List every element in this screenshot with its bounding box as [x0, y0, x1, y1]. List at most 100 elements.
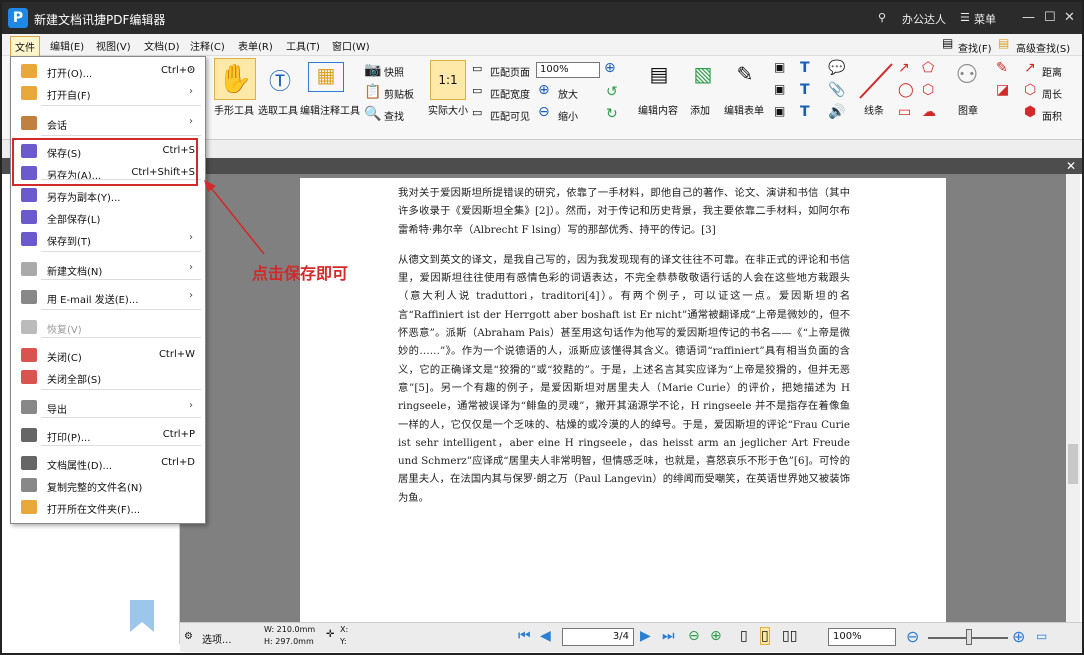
fit-width-icon[interactable]: ▭: [472, 84, 482, 97]
add-image-icon[interactable]: ▧: [686, 62, 720, 98]
ellipse-shape-icon[interactable]: ◯: [898, 82, 914, 98]
hand-tool-label[interactable]: 手形工具: [214, 102, 254, 117]
edit-form-icon[interactable]: ✎: [728, 62, 762, 98]
attach-icon[interactable]: 📎: [828, 82, 845, 98]
menu-icon[interactable]: ☰: [960, 11, 970, 24]
zoom-out-button[interactable]: 缩小: [558, 108, 578, 123]
close-window-icon[interactable]: ✕: [1064, 10, 1075, 25]
actual-size-label[interactable]: 实际大小: [428, 102, 468, 117]
polygon-outline-icon[interactable]: ⬡: [922, 82, 934, 98]
scroll-thumb[interactable]: [1068, 444, 1078, 484]
edit-content-icon[interactable]: ▤: [642, 62, 676, 98]
next-page-icon[interactable]: ▶: [640, 628, 651, 644]
perimeter-icon[interactable]: ⬡: [1024, 82, 1036, 98]
file-menu-item[interactable]: 打开所在文件夹(F)...: [11, 497, 205, 517]
file-menu-item[interactable]: 文档属性(D)... Ctrl+D: [11, 453, 205, 473]
file-menu-item[interactable]: 复制完整的文件名(N): [11, 475, 205, 495]
zoom-in-icon[interactable]: ⊕: [538, 82, 550, 98]
close-tab-icon[interactable]: ✕: [1066, 159, 1076, 173]
find-button[interactable]: 查找: [384, 108, 404, 123]
settings-icon[interactable]: ⚙: [184, 631, 193, 642]
maximize-icon[interactable]: ☐: [1044, 10, 1056, 25]
rotate-right-icon[interactable]: ↻: [606, 106, 618, 122]
line-icon[interactable]: [858, 62, 894, 100]
distance-button[interactable]: 距离: [1042, 64, 1062, 79]
menu-view[interactable]: 视图(V): [96, 38, 131, 53]
file-menu-item[interactable]: 用 E-mail 发送(E)... ›: [11, 287, 205, 307]
actual-size-icon[interactable]: 1:1: [430, 60, 466, 100]
annotation-tool-icon[interactable]: ▦: [308, 62, 344, 92]
menu-form[interactable]: 表单(R): [238, 38, 273, 53]
clipboard-icon[interactable]: 📋: [364, 84, 381, 100]
select-tool-label[interactable]: 选取工具: [258, 102, 298, 117]
edit-form-label[interactable]: 编辑表单: [724, 102, 764, 117]
zoom-in-button[interactable]: 放大: [558, 86, 578, 101]
menu-label[interactable]: 菜单: [974, 11, 996, 27]
back-icon[interactable]: ⊖: [688, 628, 700, 644]
file-menu-item[interactable]: 全部保存(L): [11, 207, 205, 227]
file-menu-item[interactable]: 打开自(F) ›: [11, 83, 205, 103]
pencil-icon[interactable]: ✎: [996, 60, 1008, 76]
sound-icon[interactable]: 🔊: [828, 104, 845, 120]
two-page-icon[interactable]: ▯▯: [782, 628, 797, 644]
advanced-find-icon[interactable]: ▤: [998, 36, 1009, 50]
file-menu-item[interactable]: 打印(P)... Ctrl+P: [11, 425, 205, 445]
area-button[interactable]: 面积: [1042, 108, 1062, 123]
zoom-level-select[interactable]: 100%: [828, 628, 896, 646]
snapshot-button[interactable]: 快照: [384, 64, 404, 79]
perimeter-button[interactable]: 周长: [1042, 86, 1062, 101]
advanced-find-button[interactable]: 高级查找(S): [1016, 40, 1070, 55]
vertical-scrollbar[interactable]: [1066, 174, 1080, 622]
annotation-tool-label[interactable]: 编辑注释工具: [300, 102, 360, 117]
first-page-icon[interactable]: ⏮: [518, 628, 531, 644]
fit-page-icon[interactable]: ▭: [472, 62, 482, 75]
page-number-input[interactable]: 3/4: [562, 628, 634, 646]
rectangle-shape-icon[interactable]: ▭: [898, 104, 911, 120]
zoom-out-icon[interactable]: ⊖: [538, 104, 550, 120]
text-box-icon[interactable]: T: [800, 82, 810, 98]
field-icon-1[interactable]: ▣: [774, 60, 785, 74]
cloud-shape-icon[interactable]: ☁: [922, 104, 936, 120]
file-menu-item[interactable]: 打开(O)... Ctrl+O ›: [11, 61, 205, 81]
add-label[interactable]: 添加: [690, 102, 710, 117]
file-menu-item[interactable]: 保存到(T) ›: [11, 229, 205, 249]
fullscreen-icon[interactable]: ▭: [1036, 629, 1047, 643]
stamp-icon[interactable]: ⚇: [952, 60, 982, 96]
file-menu-item[interactable]: 关闭(C) Ctrl+W: [11, 345, 205, 365]
file-menu-item[interactable]: 会话 ›: [11, 113, 205, 133]
field-icon-3[interactable]: ▣: [774, 104, 785, 118]
file-menu-item[interactable]: 关闭全部(S): [11, 367, 205, 387]
zoom-in-status-icon[interactable]: ⊕: [1012, 627, 1025, 646]
find-top-icon[interactable]: ▤: [942, 36, 953, 50]
distance-icon[interactable]: ↗: [1024, 60, 1036, 76]
continuous-page-icon[interactable]: ▯: [760, 627, 770, 645]
options-button[interactable]: 选项...: [202, 631, 232, 646]
menu-tools[interactable]: 工具(T): [286, 38, 320, 53]
hand-tool-icon[interactable]: ✋: [214, 58, 256, 100]
zoom-select[interactable]: 100%: [536, 62, 600, 78]
zoom-slider-handle[interactable]: [966, 629, 972, 645]
edit-content-label[interactable]: 编辑内容: [638, 102, 678, 117]
clipboard-button[interactable]: 剪贴板: [384, 86, 414, 101]
minimize-icon[interactable]: —: [1022, 10, 1035, 25]
camera-icon[interactable]: 📷: [364, 62, 381, 78]
fit-page-button[interactable]: 匹配页面: [490, 64, 530, 79]
fit-width-button[interactable]: 匹配宽度: [490, 86, 530, 101]
user-name[interactable]: 办公达人: [902, 11, 946, 27]
single-page-icon[interactable]: ▯: [740, 628, 748, 644]
field-icon-2[interactable]: ▣: [774, 82, 785, 96]
file-menu-item[interactable]: 新建文档(N) ›: [11, 259, 205, 279]
text-field-icon[interactable]: T: [800, 60, 810, 76]
area-icon[interactable]: ⬢: [1024, 104, 1036, 120]
menu-comment[interactable]: 注释(C): [190, 38, 225, 53]
file-menu-item[interactable]: 另存为副本(Y)...: [11, 185, 205, 205]
select-text-icon[interactable]: Ⓣ: [260, 64, 300, 96]
last-page-icon[interactable]: ⏭: [662, 628, 675, 644]
typewriter-icon[interactable]: T: [800, 104, 810, 120]
file-menu-item[interactable]: 导出 ›: [11, 397, 205, 417]
fit-visible-button[interactable]: 匹配可见: [490, 108, 530, 123]
fit-visible-icon[interactable]: ▭: [472, 106, 482, 119]
file-menu-item[interactable]: 恢复(V): [11, 317, 205, 337]
zoom-tool-icon[interactable]: ⊕: [604, 60, 616, 76]
find-button-top[interactable]: 查找(F): [958, 40, 992, 55]
